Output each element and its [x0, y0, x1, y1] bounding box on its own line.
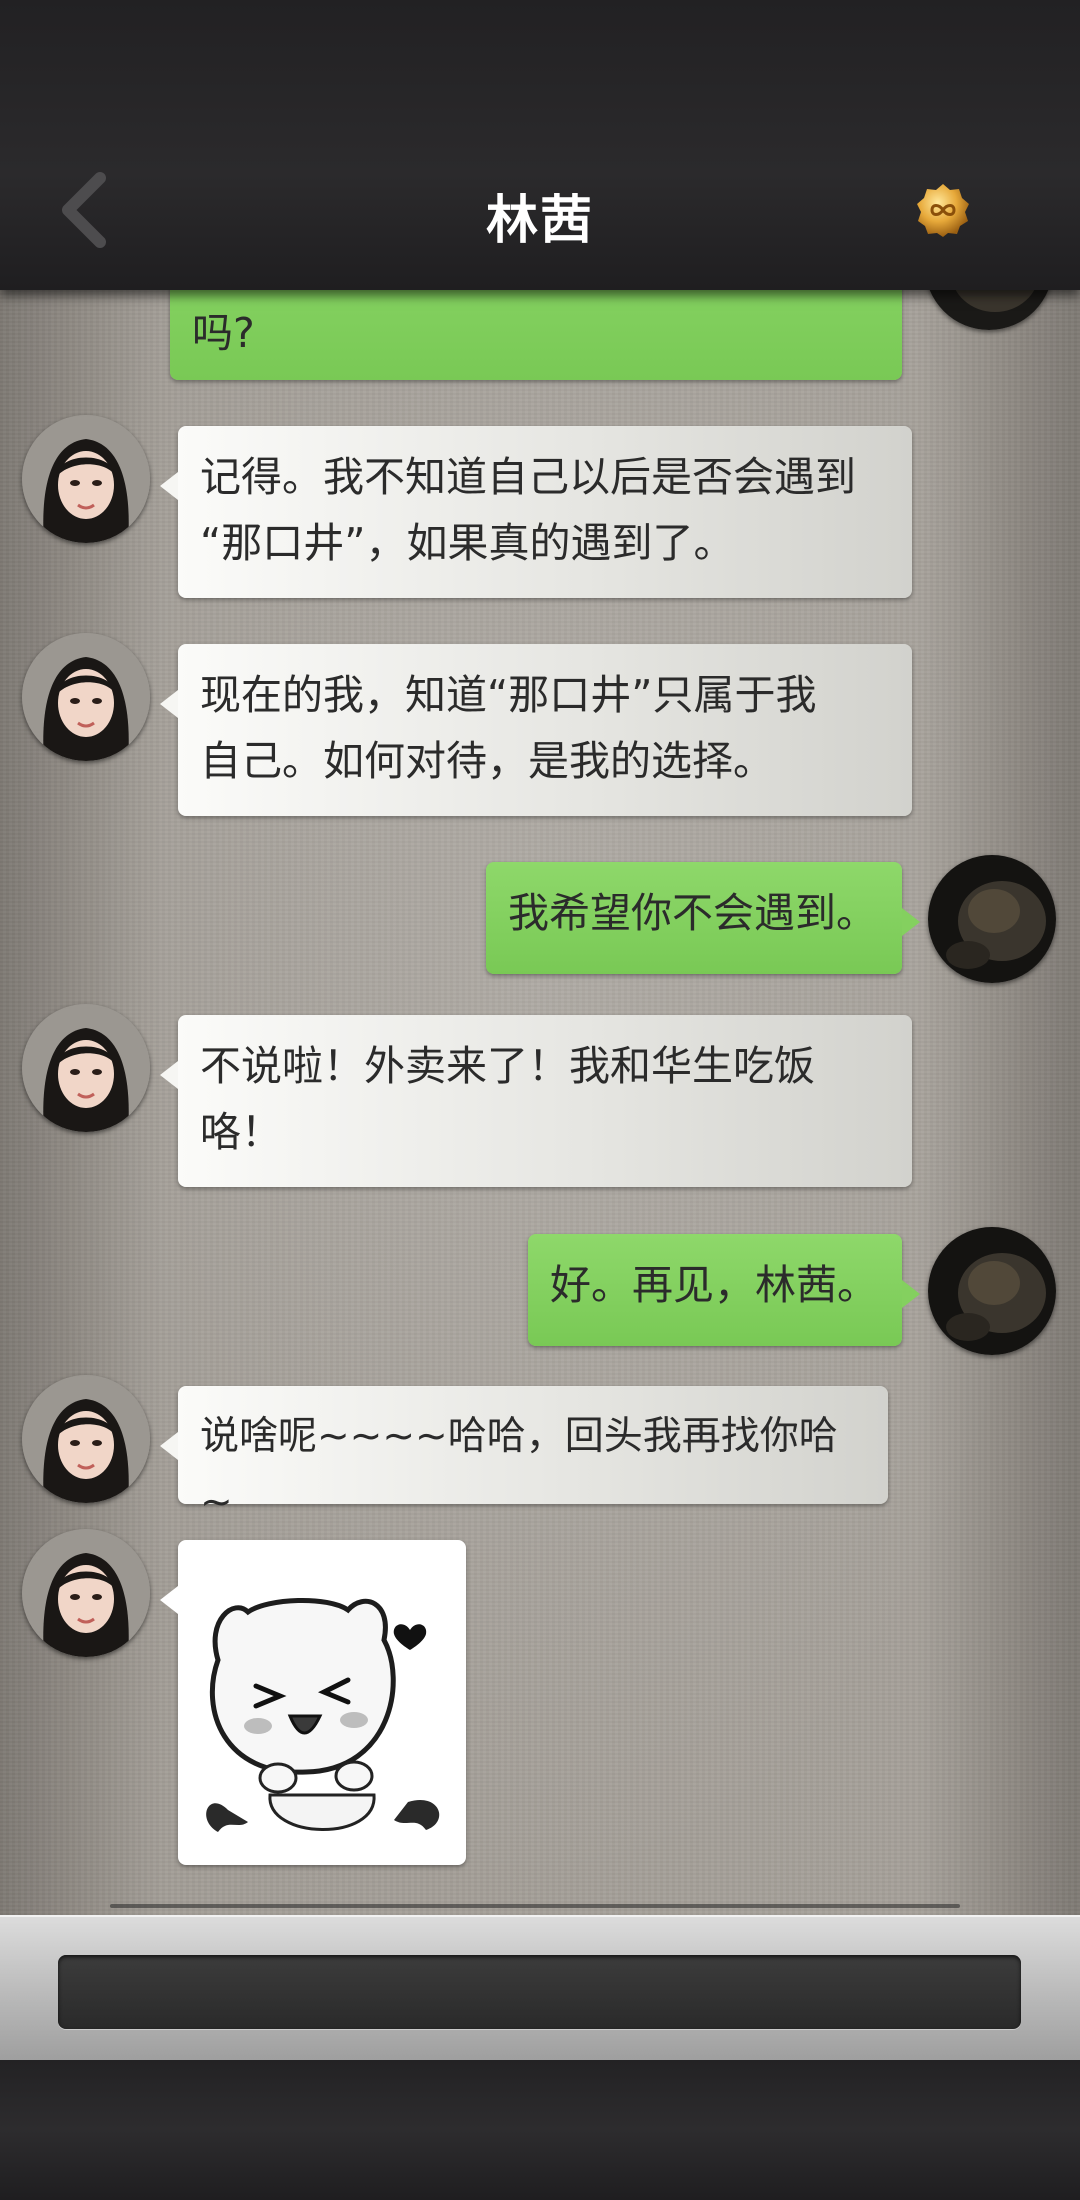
- list-bottom-divider: [110, 1904, 960, 1908]
- message-input-bar: [0, 1915, 1080, 2062]
- incoming-message-bubble[interactable]: 记得。我不知道自己以后是否会遇到 “那口井”，如果真的遇到了。: [160, 426, 912, 598]
- message-input[interactable]: [58, 1955, 1021, 2029]
- contact-avatar[interactable]: [22, 633, 150, 761]
- cat-vampire-laughing-sticker: [206, 1597, 440, 1832]
- incoming-message-bubble[interactable]: 说啥呢~~~~哈哈，回头我再找你哈~: [160, 1386, 888, 1525]
- incoming-message-bubble[interactable]: 现在的我，知道“那口井”只属于我 自己。如何对待，是我的选择。: [160, 644, 912, 816]
- contact-avatar[interactable]: [22, 415, 150, 543]
- bottom-toolbar: [0, 2060, 1080, 2200]
- user-avatar[interactable]: [925, 290, 1053, 330]
- outgoing-message-bubble[interactable]: 吗?: [170, 290, 902, 380]
- outgoing-message-bubble[interactable]: 好。再见，林茜。: [528, 1234, 920, 1346]
- incoming-message-bubble[interactable]: 不说啦！外卖来了！我和华生吃饭 咯！: [160, 1015, 912, 1187]
- contact-avatar[interactable]: [22, 1004, 150, 1132]
- contact-avatar[interactable]: [22, 1375, 150, 1503]
- user-avatar[interactable]: [928, 855, 1056, 983]
- chat-header: 林茜: [0, 0, 1080, 290]
- user-avatar[interactable]: [928, 1227, 1056, 1355]
- incoming-sticker-bubble[interactable]: [160, 1540, 466, 1865]
- gold-infinity-coin-icon[interactable]: [915, 182, 971, 238]
- contact-avatar[interactable]: [22, 1529, 150, 1657]
- outgoing-message-bubble[interactable]: 我希望你不会遇到。: [486, 862, 920, 974]
- chat-message-list[interactable]: 吗? 记得。我不知道自己以后是否会遇到 “那口井”，如果真的遇到了。 现在的我，…: [0, 290, 1080, 1915]
